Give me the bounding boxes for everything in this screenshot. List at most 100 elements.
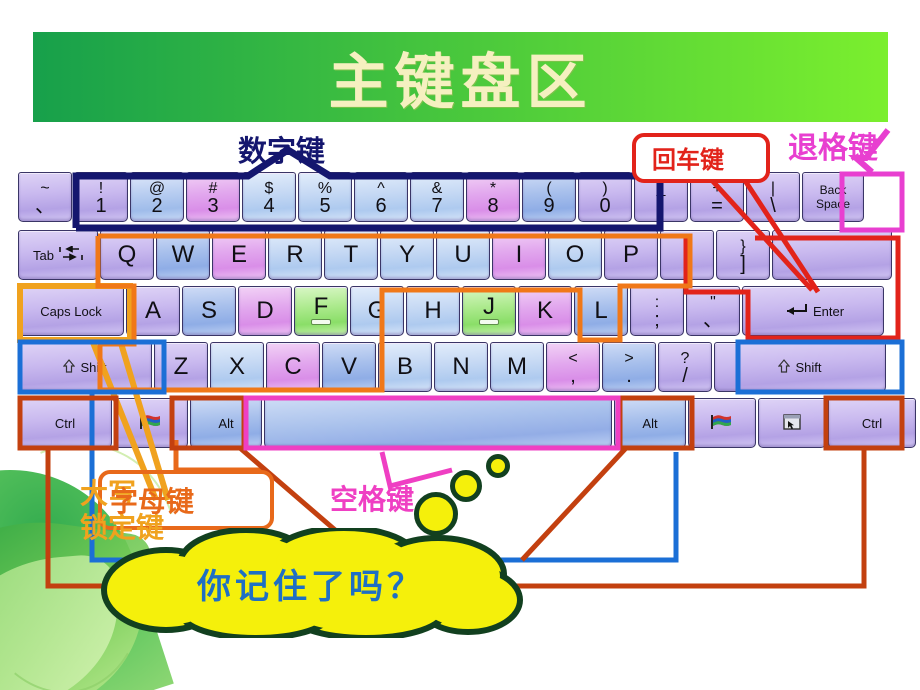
key-8[interactable]: * 8 <box>466 172 520 222</box>
key-J[interactable]: J <box>462 286 516 336</box>
key-shift-left[interactable]: Shift <box>18 342 152 392</box>
key-semicolon[interactable]: :; <box>630 286 684 336</box>
home-row-bump-icon <box>479 319 499 325</box>
key-M[interactable]: M <box>490 342 544 392</box>
key-G[interactable]: G <box>350 286 404 336</box>
page-title: 主键盘区 <box>328 47 593 118</box>
key-4[interactable]: $4 <box>242 172 296 222</box>
key-B[interactable]: B <box>378 342 432 392</box>
thought-dot-large <box>414 492 458 536</box>
key-ctrl-right[interactable]: Ctrl <box>828 398 916 448</box>
key-legend-bottom: - <box>657 194 665 217</box>
menu-icon <box>782 413 802 434</box>
key-quote[interactable]: "、 <box>686 286 740 336</box>
keyboard-home-row: Caps Lock A S D F G H J K L:; "、 Enter <box>18 286 886 336</box>
key-R[interactable]: R <box>268 230 322 280</box>
key-legend-bottom: , <box>570 364 576 387</box>
key-legend-top: @ <box>148 179 166 197</box>
key-legend-line2: Space <box>815 197 851 211</box>
key-slash[interactable]: ? / <box>658 342 712 392</box>
key-V[interactable]: V <box>322 342 376 392</box>
key-S[interactable]: S <box>182 286 236 336</box>
key-legend: N <box>452 353 470 380</box>
key-legend-top: # <box>208 179 218 197</box>
key-Q[interactable]: Q <box>100 230 154 280</box>
key-legend-wrap: Ctrl <box>55 416 75 431</box>
key-tilde[interactable]: ~、 <box>18 172 72 222</box>
key-space[interactable] <box>264 398 612 448</box>
key-L[interactable]: L <box>574 286 628 336</box>
key-legend-top: % <box>317 179 333 197</box>
key-D[interactable]: D <box>238 286 292 336</box>
key-X[interactable]: X <box>210 342 264 392</box>
label-backspace-key: 退格键 <box>788 131 878 166</box>
key-legend: J <box>483 293 495 320</box>
key-N[interactable]: N <box>434 342 488 392</box>
key-1[interactable]: ! 1 <box>74 172 128 222</box>
key-legend-bottom: 5 <box>319 194 331 217</box>
key-backspace[interactable]: Back Space <box>802 172 864 222</box>
key-legend: L <box>594 297 608 324</box>
key-legend-wrap: Shift <box>63 358 107 376</box>
key-bracket-left[interactable]: {[ <box>660 230 714 280</box>
key-Z[interactable]: Z <box>154 342 208 392</box>
key-legend-top: ( <box>546 179 552 197</box>
key-W[interactable]: W <box>156 230 210 280</box>
key-legend: Shift <box>80 359 107 375</box>
key-I[interactable]: I <box>492 230 546 280</box>
key-Y[interactable]: Y <box>380 230 434 280</box>
key-legend-wrap: Alt <box>642 416 657 431</box>
key-menu[interactable] <box>758 398 826 448</box>
key-A[interactable]: A <box>126 286 180 336</box>
key-legend-bottom: 3 <box>207 194 219 217</box>
key-5[interactable]: % 5 <box>298 172 352 222</box>
key-win-right[interactable] <box>688 398 756 448</box>
key-alt-left[interactable]: Alt <box>190 398 262 448</box>
key-legend: I <box>515 241 523 268</box>
key-legend-wrap: Caps Lock <box>40 304 101 319</box>
key-legend-bottom: 0 <box>599 194 611 217</box>
key-legend-top: $ <box>264 179 274 197</box>
key-U[interactable]: U <box>436 230 490 280</box>
key-E[interactable]: E <box>212 230 266 280</box>
key-bracket-right[interactable]: }] <box>716 230 770 280</box>
key-legend-top: & <box>431 179 443 197</box>
key-H[interactable]: H <box>406 286 460 336</box>
key-legend: B <box>396 353 413 380</box>
key-enter[interactable] <box>772 230 892 280</box>
key-comma[interactable]: <, <box>546 342 600 392</box>
key-legend-top: : <box>654 293 660 311</box>
key-legend: Y <box>398 241 415 268</box>
key-C[interactable]: C <box>266 342 320 392</box>
key-2[interactable]: @2 <box>130 172 184 222</box>
key-legend: Caps Lock <box>40 303 102 319</box>
key-legend-bottom: \ <box>770 194 776 217</box>
key-caps-lock[interactable]: Caps Lock <box>18 286 124 336</box>
key-alt-right[interactable]: Alt <box>614 398 686 448</box>
key-legend: Q <box>117 241 137 268</box>
key-enter-label[interactable]: Enter <box>742 286 884 336</box>
label-enter-key: 回车键 <box>652 145 724 174</box>
key-period[interactable]: >. <box>602 342 656 392</box>
key-6[interactable]: ^ 6 <box>354 172 408 222</box>
key-7[interactable]: & 7 <box>410 172 464 222</box>
key-legend-wrap: Ctrl <box>862 416 882 431</box>
key-9[interactable]: (9 <box>522 172 576 222</box>
key-legend-top: ~ <box>40 179 50 197</box>
key-F[interactable]: F <box>294 286 348 336</box>
key-O[interactable]: O <box>548 230 602 280</box>
key-shift-right[interactable]: Shift <box>714 342 886 392</box>
key-K[interactable]: K <box>518 286 572 336</box>
key-3[interactable]: #3 <box>186 172 240 222</box>
key-T[interactable]: T <box>324 230 378 280</box>
key-ctrl-left[interactable]: Ctrl <box>18 398 112 448</box>
keyboard-qwerty-row: Tab Q W E R T Y U I O P {[}] <box>18 230 894 280</box>
key-tab[interactable]: Tab <box>18 230 98 280</box>
key-P[interactable]: P <box>604 230 658 280</box>
key-0[interactable]: ) 0 <box>578 172 632 222</box>
key-legend-bottom: 、 <box>35 194 55 217</box>
thought-dot-small <box>486 454 510 478</box>
key-win-left[interactable] <box>114 398 188 448</box>
key-legend: F <box>313 293 329 320</box>
key-legend: X <box>228 353 245 380</box>
